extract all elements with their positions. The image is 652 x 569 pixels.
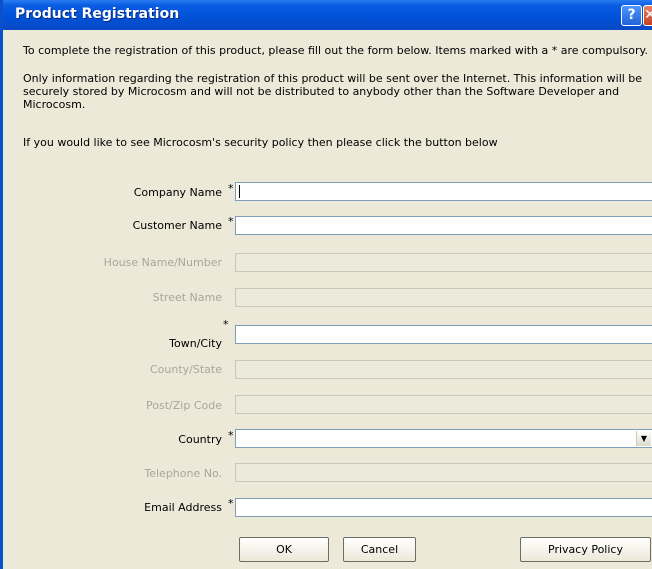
required-star: * <box>228 429 234 442</box>
customer-name-label: Customer Name <box>132 219 222 232</box>
country-dropdown[interactable]: ▼ <box>235 429 652 448</box>
telephone-field <box>235 463 652 482</box>
required-star: * <box>228 182 234 195</box>
cancel-button[interactable]: Cancel <box>343 537 416 562</box>
chevron-down-icon[interactable]: ▼ <box>636 431 651 446</box>
privacy-policy-button[interactable]: Privacy Policy <box>520 537 651 562</box>
county-state-label: County/State <box>150 363 222 376</box>
email-label: Email Address <box>144 501 222 514</box>
title-bar[interactable]: Product Registration ? ✕ <box>3 0 652 30</box>
street-name-label: Street Name <box>152 291 222 304</box>
ok-button[interactable]: OK <box>239 537 329 562</box>
country-label: Country <box>178 433 222 446</box>
town-city-field[interactable] <box>235 325 652 344</box>
email-field[interactable] <box>235 498 652 517</box>
required-star: * <box>223 318 229 331</box>
town-city-label: Town/City <box>169 337 222 350</box>
county-state-field <box>235 360 652 379</box>
company-name-label: Company Name <box>133 186 222 199</box>
customer-name-field[interactable] <box>235 216 652 235</box>
help-icon[interactable]: ? <box>621 5 642 26</box>
house-name-field <box>235 253 652 272</box>
intro-line-2: Only information regarding the registrat… <box>23 72 643 111</box>
required-star: * <box>228 497 234 510</box>
text-caret <box>239 185 240 198</box>
intro-line-3: If you would like to see Microcosm's sec… <box>23 136 498 149</box>
telephone-label: Telephone No. <box>144 467 222 480</box>
window-title: Product Registration <box>15 6 180 22</box>
close-icon[interactable]: ✕ <box>643 5 652 26</box>
post-zip-label: Post/Zip Code <box>146 399 222 412</box>
company-name-field[interactable] <box>235 182 652 201</box>
intro-line-1: To complete the registration of this pro… <box>23 44 648 57</box>
post-zip-field <box>235 395 652 414</box>
house-name-label: House Name/Number <box>103 256 222 269</box>
street-name-field <box>235 288 652 307</box>
required-star: * <box>228 215 234 228</box>
registration-dialog: Product Registration ? ✕ To complete the… <box>0 0 652 569</box>
